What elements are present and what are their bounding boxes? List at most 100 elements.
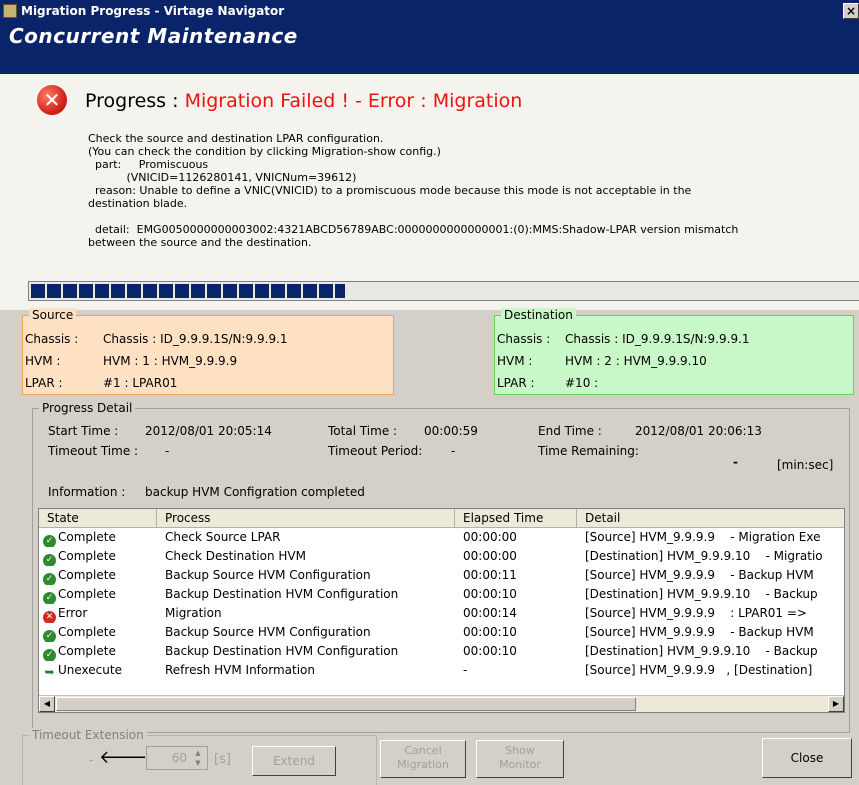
destination-chassis-label: Chassis : <box>497 332 551 346</box>
cell-elapsed: 00:00:11 <box>463 568 517 582</box>
pending-arrow-icon: ➥ <box>44 665 55 679</box>
cell-state: ✓ Complete <box>43 623 155 642</box>
message-line: (You can check the condition by clicking… <box>88 145 441 158</box>
source-legend: Source <box>29 308 77 322</box>
cell-process: Refresh HVM Information <box>165 663 315 677</box>
spin-up-icon[interactable]: ▲ <box>191 748 205 758</box>
cell-state: ➥ Unexecute <box>43 661 155 680</box>
time-remaining-label: Time Remaining: <box>538 444 639 458</box>
message-line <box>88 210 818 223</box>
window-title-bar: Migration Progress - Virtage Navigator × <box>0 0 859 22</box>
table-row[interactable]: ✓ Complete Backup Destination HVM Configur… <box>39 642 844 661</box>
progress-bar-fill <box>31 284 345 298</box>
process-table[interactable]: State Process Elapsed Time Detail ✓ Compl… <box>38 508 845 713</box>
state-text: Complete <box>58 644 116 658</box>
table-row[interactable]: ➥ Unexecute Refresh HVM Information - [Sourc… <box>39 661 844 680</box>
timeout-value[interactable]: 60 <box>172 751 187 765</box>
scroll-right-icon[interactable]: ▶ <box>828 696 844 712</box>
state-text: Complete <box>58 587 116 601</box>
destination-legend: Destination <box>501 308 576 322</box>
source-lpar: #1 : LPAR01 <box>103 376 178 390</box>
timeout-period: - <box>451 444 456 458</box>
window-title: Migration Progress - Virtage Navigator <box>21 4 285 18</box>
state-text: Complete <box>58 625 116 639</box>
information-label: Information : <box>48 485 126 499</box>
cell-elapsed: 00:00:00 <box>463 549 517 563</box>
source-group: Source Chassis : Chassis : ID_9.9.9.1S/N… <box>22 308 394 395</box>
cell-process: Backup Destination HVM Configuration <box>165 587 399 601</box>
state-text: Complete <box>58 530 116 544</box>
timeout-period-label: Timeout Period: <box>328 444 423 458</box>
extend-button[interactable]: Extend <box>252 746 336 776</box>
col-process[interactable]: Process <box>157 509 455 527</box>
col-elapsed[interactable]: Elapsed Time <box>455 509 577 527</box>
scroll-left-icon[interactable]: ◀ <box>39 696 55 712</box>
cancel-migration-button[interactable]: Cancel Migration <box>380 740 466 778</box>
total-time-label: Total Time : <box>328 424 398 438</box>
horizontal-scrollbar[interactable]: ◀ ▶ <box>39 695 844 712</box>
table-header: State Process Elapsed Time Detail <box>39 509 844 528</box>
timeout-extension-legend: Timeout Extension <box>29 728 147 742</box>
table-row[interactable]: ✓ Complete Backup Source HVM Configuration… <box>39 623 844 642</box>
message-line: reason: Unable to define a VNIC(VNICID) … <box>88 184 692 197</box>
time-unit: [min:sec] <box>777 458 834 472</box>
cell-state: ✓ Complete <box>43 585 155 604</box>
start-time-label: Start Time : <box>48 424 119 438</box>
message-line: destination blade. <box>88 197 188 210</box>
source-lpar-label: LPAR : <box>25 376 63 390</box>
cell-elapsed: - <box>463 663 468 677</box>
error-icon: ✕ <box>37 85 67 115</box>
state-text: Unexecute <box>58 663 122 677</box>
progress-status: Migration Failed ! - Error : Migration <box>184 90 523 112</box>
check-icon: ✓ <box>43 554 56 566</box>
destination-group: Destination Chassis : Chassis : ID_9.9.9… <box>494 308 854 395</box>
timeout-spinner[interactable]: 60 ▲ ▼ <box>146 746 208 770</box>
check-icon: ✓ <box>43 573 56 585</box>
cell-detail: [Destination] HVM_9.9.9.10 - Backup <box>585 644 818 658</box>
timeout-time-label: Timeout Time : <box>48 444 139 458</box>
message-line: detail: EMG0050000000003002:4321ABCD5678… <box>88 223 739 236</box>
cell-elapsed: 00:00:14 <box>463 606 517 620</box>
state-text: Error <box>58 606 88 620</box>
col-state[interactable]: State <box>39 509 157 527</box>
cell-elapsed: 00:00:00 <box>463 530 517 544</box>
table-row[interactable]: ✓ Complete Backup Destination HVM Configur… <box>39 585 844 604</box>
cell-state: ✕ Error <box>43 604 155 623</box>
show-monitor-button[interactable]: Show Monitor <box>476 740 564 778</box>
check-icon: ✓ <box>43 630 56 642</box>
scroll-thumb[interactable] <box>56 697 636 711</box>
cell-process: Check Source LPAR <box>165 530 281 544</box>
timeout-dash: - <box>89 753 94 767</box>
cell-state: ✓ Complete <box>43 642 155 661</box>
error-x-icon: ✕ <box>43 611 56 623</box>
header-title: Concurrent Maintenance <box>9 24 298 48</box>
table-row[interactable]: ✓ Complete Backup Source HVM Configuration… <box>39 566 844 585</box>
table-row[interactable]: ✓ Complete Check Destination HVM 00:00:00 [D… <box>39 547 844 566</box>
cell-process: Backup Source HVM Configuration <box>165 568 371 582</box>
col-detail[interactable]: Detail <box>577 509 844 527</box>
cell-detail: [Source] HVM_9.9.9.9 , [Destination] <box>585 663 813 677</box>
end-time-label: End Time : <box>538 424 602 438</box>
message-line: Check the source and destination LPAR co… <box>88 132 384 145</box>
progress-bar <box>28 281 859 301</box>
table-row[interactable]: ✕ Error Migration 00:00:14 [Source] HVM_9.9.… <box>39 604 844 623</box>
destination-lpar: #10 : <box>565 376 599 390</box>
message-line: between the source and the destination. <box>88 236 312 249</box>
timeout-time: - <box>165 444 170 458</box>
cell-elapsed: 00:00:10 <box>463 644 517 658</box>
destination-chassis: Chassis : ID_9.9.9.1S/N:9.9.9.1 <box>565 332 750 346</box>
cell-state: ✓ Complete <box>43 528 155 547</box>
progress-detail-legend: Progress Detail <box>39 401 136 415</box>
table-row[interactable]: ✓ Complete Check Source LPAR 00:00:00 [Sourc… <box>39 528 844 547</box>
close-button[interactable]: Close <box>762 738 852 778</box>
cell-detail: [Source] HVM_9.9.9.9 - Backup HVM <box>585 625 814 639</box>
total-time: 00:00:59 <box>424 424 478 438</box>
cell-elapsed: 00:00:10 <box>463 625 517 639</box>
source-hvm: HVM : 1 : HVM_9.9.9.9 <box>103 354 238 368</box>
spin-down-icon[interactable]: ▼ <box>191 758 205 768</box>
cell-process: Migration <box>165 606 222 620</box>
destination-hvm: HVM : 2 : HVM_9.9.9.10 <box>565 354 707 368</box>
close-window-icon[interactable]: × <box>843 3 859 19</box>
destination-lpar-label: LPAR : <box>497 376 535 390</box>
arrow-left-icon: 🡐 <box>99 747 148 768</box>
